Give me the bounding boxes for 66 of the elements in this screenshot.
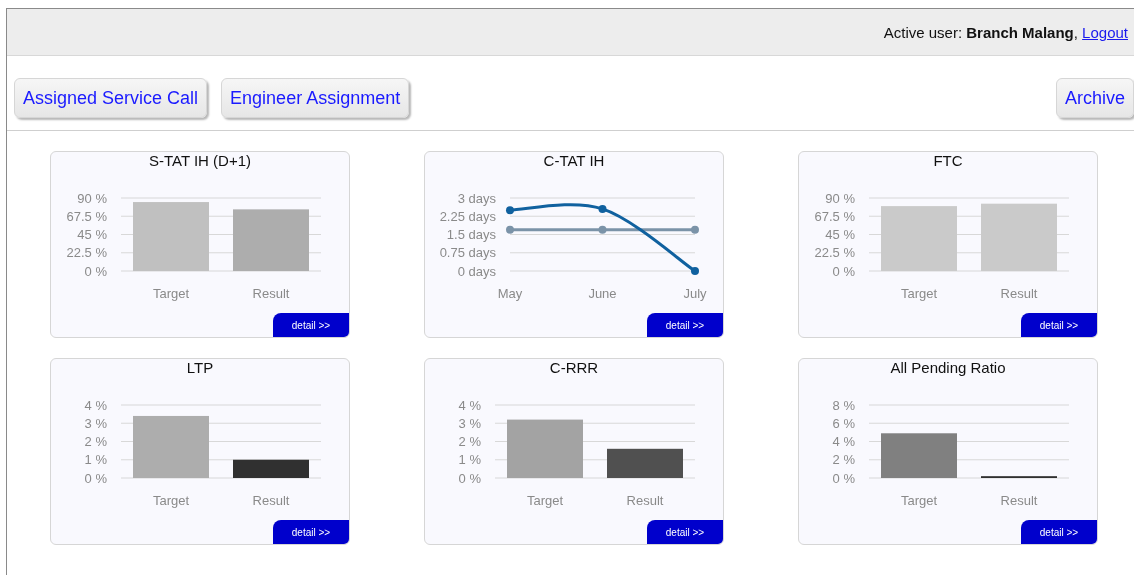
nav-button[interactable]: Archive [1055,78,1134,118]
detail-button[interactable]: detail >> [273,520,349,544]
x-tick-label: Result [1000,492,1038,508]
y-tick-label: 8 % [832,397,855,413]
detail-button[interactable]: detail >> [647,313,723,337]
x-tick-label: June [588,285,617,301]
y-tick-label: 1 % [84,452,107,468]
y-tick-label: 4 % [458,397,481,413]
y-tick-label: 45 % [825,226,855,242]
x-tick-label: Target [900,285,938,301]
point [691,225,699,234]
x-tick-label: Target [152,285,190,301]
y-tick-label: 1 % [458,452,481,468]
point [506,225,514,234]
y-tick-label: 1.5 days [446,226,496,242]
y-tick-label: 0 % [458,470,481,486]
y-tick-label: 90 % [825,190,855,206]
y-tick-label: 3 % [458,415,481,431]
y-tick-label: 0 % [84,470,107,486]
y-tick-label: 3 days [457,190,496,206]
x-tick-label: Result [252,285,290,301]
y-tick-label: 0.75 days [439,245,496,261]
y-tick-label: 90 % [77,190,107,206]
x-tick-label: Result [252,492,290,508]
point [691,266,699,275]
chart-title: C-RRR [548,359,600,378]
chart-title: All Pending Ratio [889,359,1007,378]
y-tick-label: 22.5 % [814,245,855,261]
point [506,206,514,215]
y-tick-label: 2 % [84,433,107,449]
point [598,225,607,234]
y-tick-label: 0 % [832,470,855,486]
x-tick-label: Target [526,492,564,508]
chart-title: S-TAT IH (D+1) [147,152,253,171]
logout-link[interactable]: Logout [1082,23,1128,41]
y-tick-label: 4 % [832,433,855,449]
y-tick-label: 3 % [84,415,107,431]
x-tick-label: Result [1000,285,1038,301]
x-tick-label: July [683,285,707,301]
x-tick-label: May [497,285,523,301]
y-tick-label: 22.5 % [66,245,107,261]
y-tick-label: 45 % [77,226,107,242]
nav-button[interactable]: Engineer Assignment [221,78,410,118]
x-tick-label: Target [900,492,938,508]
x-tick-label: Result [626,492,664,508]
y-tick-label: 2.25 days [439,208,496,224]
y-tick-label: 6 % [832,415,855,431]
y-tick-label: 67.5 % [814,208,855,224]
detail-button[interactable]: detail >> [1021,520,1097,544]
nav-button[interactable]: Assigned Service Call [14,78,208,118]
y-tick-label: 0 % [84,263,107,279]
active-user-text: Active user: Branch Malang, Logout [883,23,1128,41]
y-tick-label: 2 % [458,433,481,449]
chart-title: LTP [185,359,215,378]
detail-button[interactable]: detail >> [273,313,349,337]
point [598,204,607,213]
y-tick-label: 2 % [832,452,855,468]
y-tick-label: 4 % [84,397,107,413]
y-tick-label: 67.5 % [66,208,107,224]
detail-button[interactable]: detail >> [647,520,723,544]
y-tick-label: 0 days [457,263,496,279]
chart-title: C-TAT IH [542,152,606,171]
x-tick-label: Target [152,492,190,508]
detail-button[interactable]: detail >> [1021,313,1097,337]
y-tick-label: 0 % [832,263,855,279]
chart-title: FTC [932,152,964,171]
